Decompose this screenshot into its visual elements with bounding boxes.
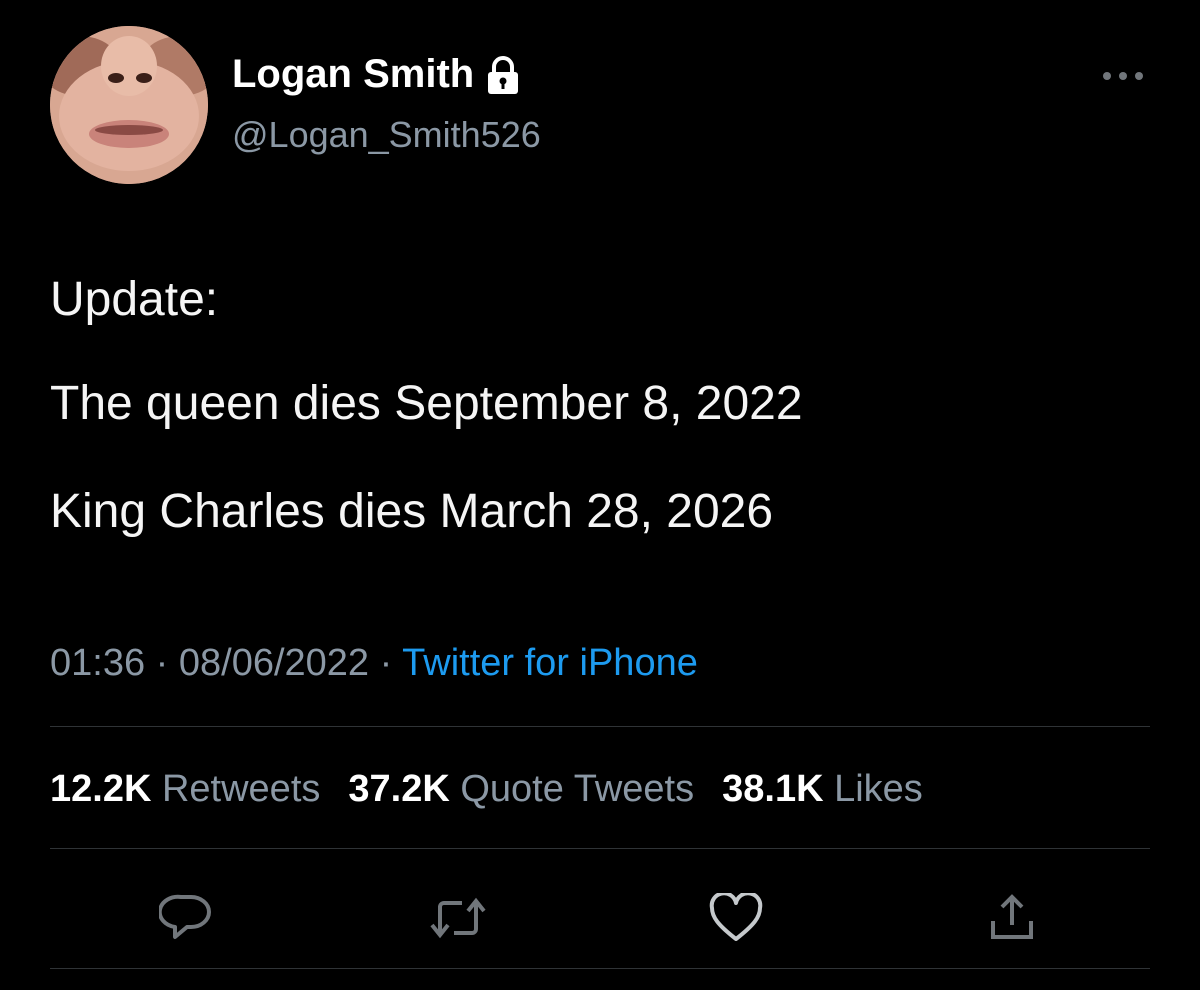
retweets-stat[interactable]: 12.2K Retweets [50,768,320,811]
tweet-text-line: King Charles dies March 28, 2026 [50,485,774,538]
share-icon [985,891,1039,950]
tweet-text-line: Update: [50,273,219,326]
reply-button[interactable] [156,890,216,950]
likes-stat[interactable]: 38.1K Likes [722,768,923,811]
meta-separator: · [145,642,179,684]
tweet-time[interactable]: 01:36 [50,642,145,684]
quote-tweets-count: 37.2K [348,768,450,810]
divider [50,968,1150,969]
tweet-date[interactable]: 08/06/2022 [179,642,369,684]
share-button[interactable] [982,890,1042,950]
likes-count: 38.1K [722,768,824,810]
quote-tweets-label: Quote Tweets [460,768,695,810]
display-name-text: Logan Smith [232,52,475,96]
tweet-meta: 01:36 · 08/06/2022 · Twitter for iPhone [50,642,698,685]
likes-label: Likes [834,768,923,810]
meta-separator: · [369,642,403,684]
tweet-source-link[interactable]: Twitter for iPhone [402,642,698,684]
more-options-icon[interactable] [1098,66,1148,86]
quote-tweets-stat[interactable]: 37.2K Quote Tweets [348,768,694,811]
retweet-icon [428,893,488,948]
like-button[interactable] [706,890,766,950]
divider [50,726,1150,727]
retweets-count: 12.2K [50,768,152,810]
display-name[interactable]: Logan Smith [232,52,522,97]
tweet-text-line: The queen dies September 8, 2022 [50,377,803,430]
retweets-label: Retweets [161,768,321,810]
retweet-button[interactable] [428,890,488,950]
avatar[interactable] [50,26,208,184]
reply-icon [157,893,213,948]
lock-icon [484,55,522,95]
tweet-stats: 12.2K Retweets 37.2K Quote Tweets 38.1K … [50,768,923,811]
user-handle[interactable]: @Logan_Smith526 [232,114,541,156]
like-icon [708,890,764,948]
divider [50,848,1150,849]
profile-photo [50,26,208,184]
